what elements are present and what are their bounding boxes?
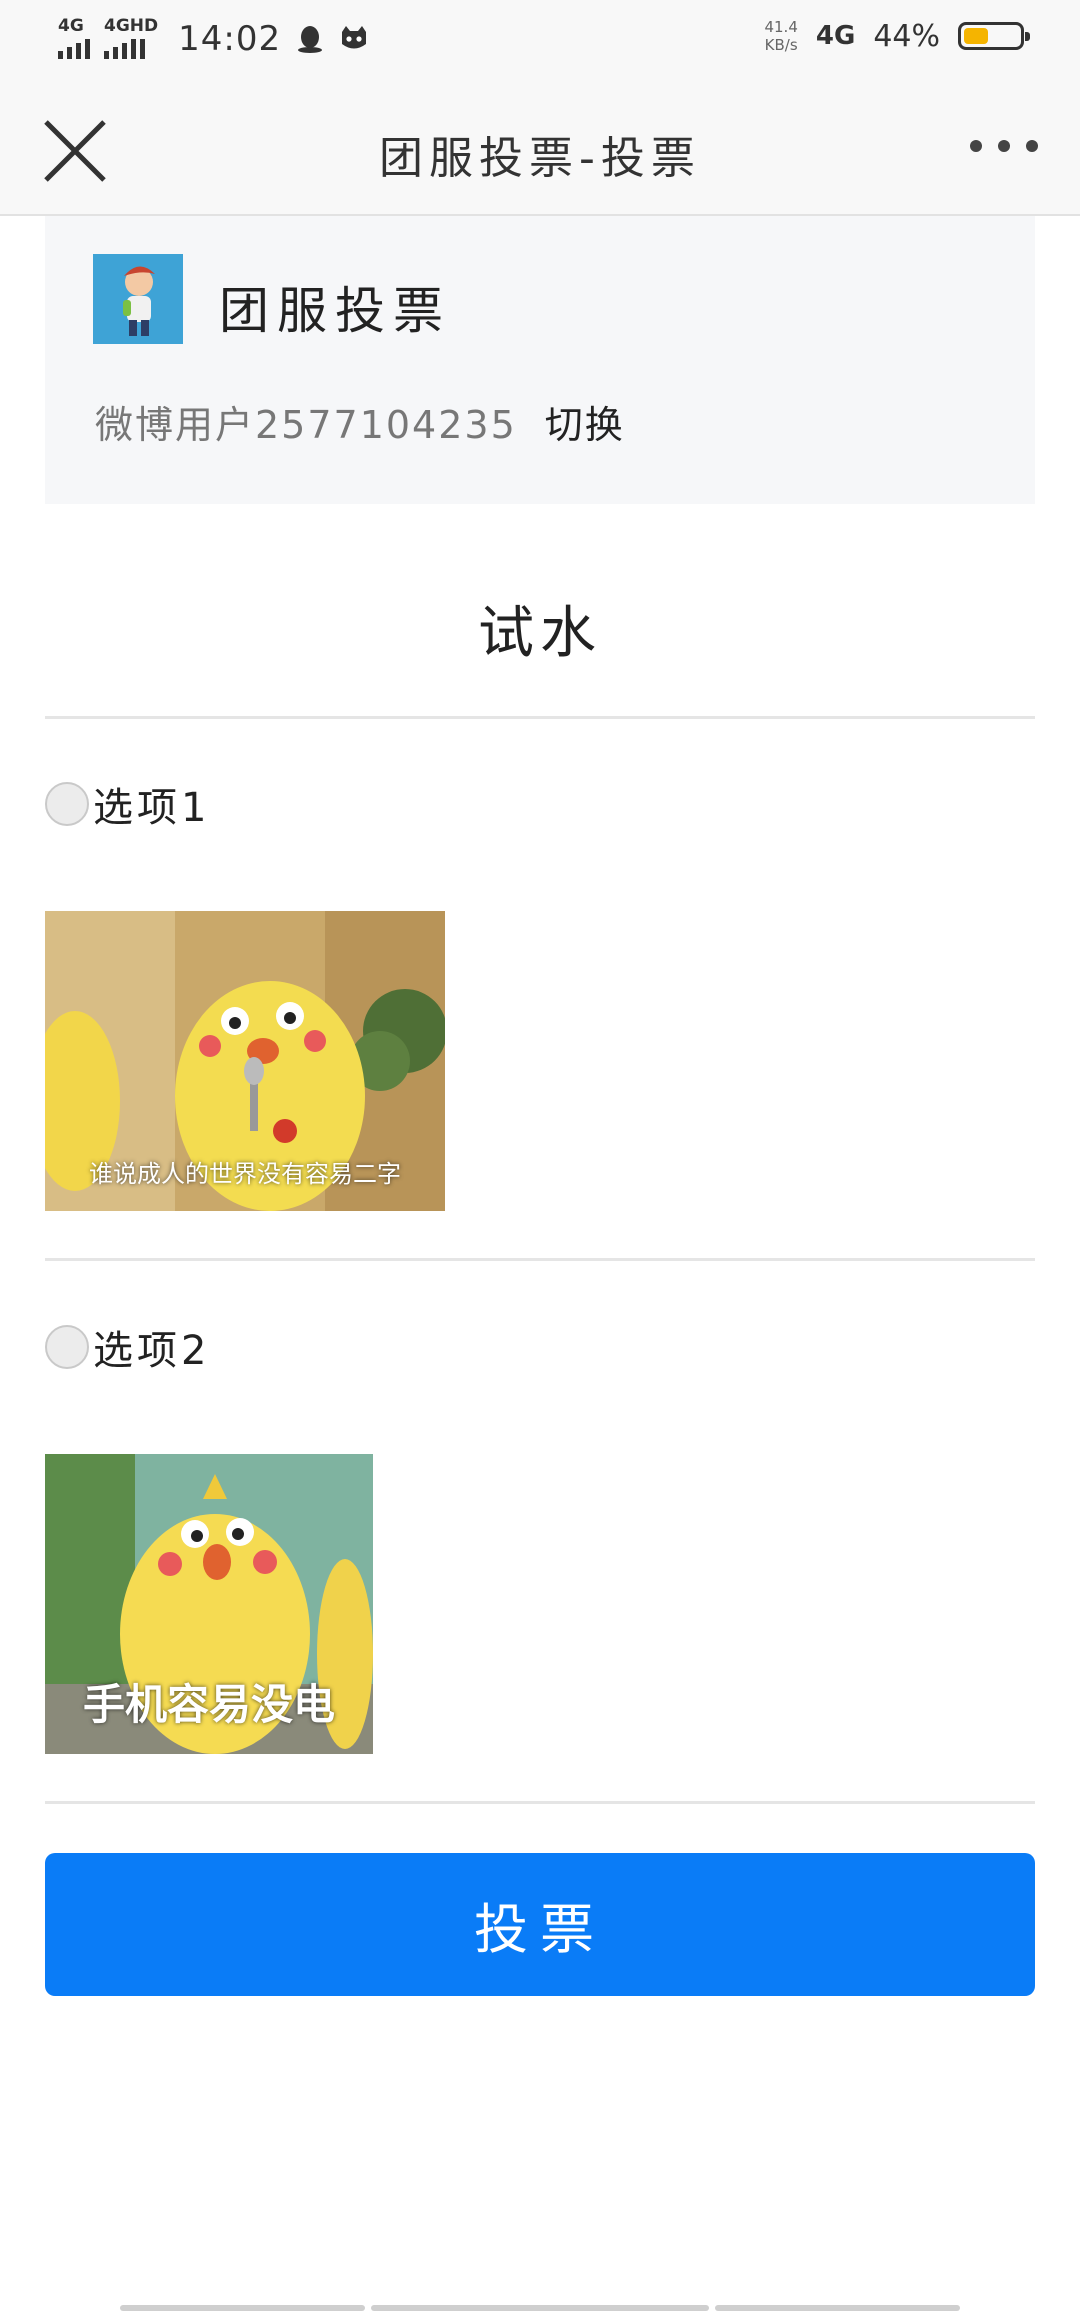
signal-2: 4GHD — [104, 18, 158, 59]
divider — [45, 1258, 1035, 1261]
network-type: 4G — [815, 21, 856, 51]
battery-icon — [958, 22, 1030, 50]
title-bar: 团服投票-投票 — [0, 84, 1080, 216]
network-label-2: 4GHD — [104, 16, 159, 36]
option-1-image: 谁说成人的世界没有容易二字 — [45, 911, 445, 1211]
nav-gesture-bar — [371, 2305, 709, 2311]
username: 微博用户2577104235 — [95, 403, 517, 447]
option-2-image: 手机容易没电 — [45, 1454, 373, 1754]
option-1-label: 选项1 — [93, 785, 211, 831]
network-label-1: 4G — [58, 16, 84, 36]
battery-fill — [964, 28, 988, 44]
status-left: 4G 4GHD 14:02 — [58, 18, 369, 59]
option-1[interactable]: 选项1 — [45, 775, 210, 833]
speed-value: 41.4 — [764, 18, 798, 36]
divider — [45, 716, 1035, 719]
option-2-caption: 手机容易没电 — [82, 1680, 335, 1729]
option-2-radio[interactable] — [45, 1325, 89, 1369]
avatar-image — [93, 254, 183, 344]
app-name: 团服投票 — [219, 282, 451, 340]
clock: 14:02 — [178, 18, 282, 59]
user-line: 微博用户2577104235 切换 — [95, 394, 625, 449]
nav-gesture-bar — [120, 2305, 365, 2311]
signal-1: 4G — [58, 18, 90, 59]
cat-app-icon — [342, 25, 367, 48]
option-1-radio[interactable] — [45, 782, 89, 826]
more-options-icon[interactable] — [970, 140, 1038, 152]
status-right: 41.4 KB/s 4G 44% — [764, 18, 1030, 54]
nav-gesture-bar — [715, 2305, 960, 2311]
speed-unit: KB/s — [764, 36, 798, 54]
vote-button[interactable]: 投票 — [45, 1853, 1035, 1996]
app-avatar — [93, 254, 183, 344]
option-2-label: 选项2 — [93, 1328, 211, 1374]
page-title: 团服投票-投票 — [379, 133, 701, 184]
network-speed: 41.4 KB/s — [764, 18, 797, 54]
battery-percent: 44% — [873, 18, 940, 54]
poll-title: 试水 — [478, 601, 602, 666]
status-bar: 4G 4GHD 14:02 41.4 KB/s 4G 44% — [0, 0, 1080, 84]
switch-account-link[interactable]: 切换 — [545, 403, 625, 447]
account-card: 团服投票 微博用户2577104235 切换 — [45, 216, 1035, 504]
divider — [45, 1801, 1035, 1804]
signal-bars-icon — [104, 37, 158, 59]
option-1-caption: 谁说成人的世界没有容易二字 — [89, 1160, 401, 1188]
option-2[interactable]: 选项2 — [45, 1318, 210, 1376]
signal-bars-icon — [58, 37, 90, 59]
qq-icon — [298, 25, 323, 53]
